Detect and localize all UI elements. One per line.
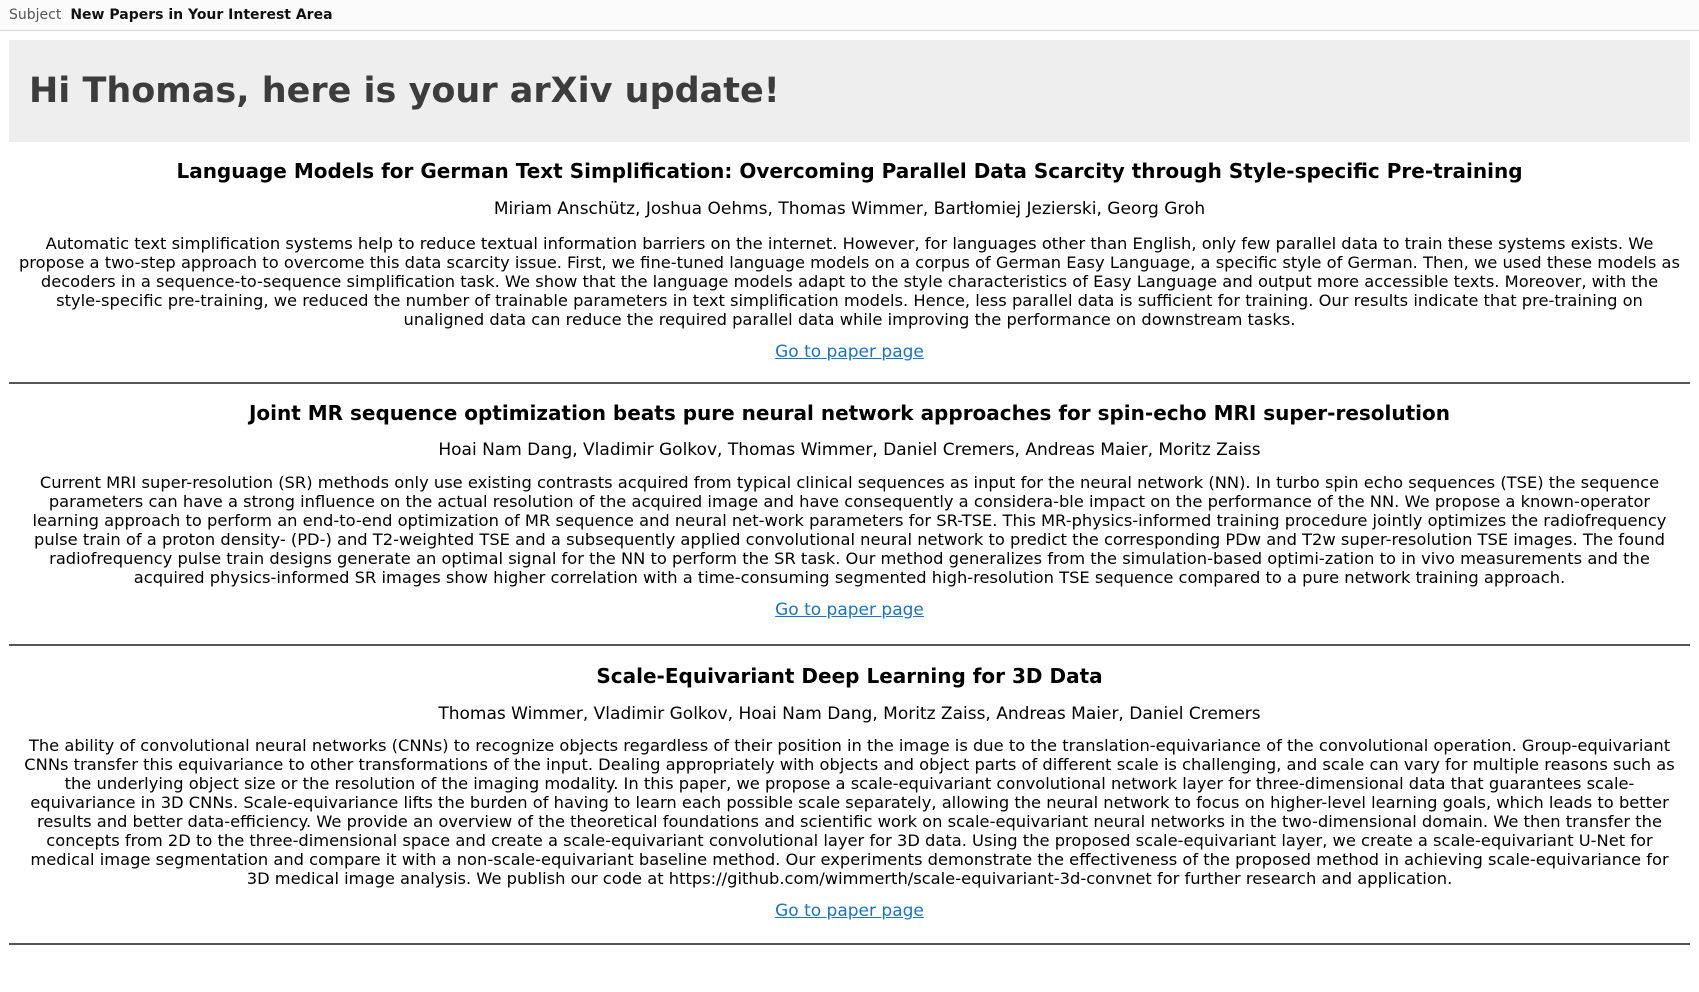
- paper-title: Joint MR sequence optimization beats pur…: [248, 401, 1451, 426]
- greeting-banner: Hi Thomas, here is your arXiv update!: [9, 40, 1690, 142]
- paper-divider: [9, 943, 1690, 946]
- go-to-paper-link[interactable]: Go to paper page: [775, 901, 924, 921]
- email-subject-bar: Subject New Papers in Your Interest Area: [0, 0, 1699, 31]
- paper-abstract: Current MRI super-resolution (SR) method…: [32, 472, 1667, 587]
- go-to-paper-link[interactable]: Go to paper page: [775, 342, 924, 362]
- greeting-heading: Hi Thomas, here is your arXiv update!: [29, 71, 780, 111]
- paper-authors: Miriam Anschütz, Joshua Oehms, Thomas Wi…: [493, 199, 1206, 219]
- paper-entry: Scale-Equivariant Deep Learning for 3D D…: [9, 646, 1690, 921]
- email-body: Hi Thomas, here is your arXiv update! La…: [9, 40, 1690, 946]
- paper-abstract: The ability of convolutional neural netw…: [24, 736, 1675, 889]
- paper-entry: Joint MR sequence optimization beats pur…: [9, 384, 1690, 619]
- go-to-paper-link[interactable]: Go to paper page: [775, 600, 924, 620]
- paper-link-wrap: Go to paper page: [18, 600, 1681, 620]
- paper-authors: Hoai Nam Dang, Vladimir Golkov, Thomas W…: [438, 440, 1261, 461]
- paper-abstract: Automatic text simplification systems he…: [18, 234, 1681, 330]
- paper-authors: Thomas Wimmer, Vladimir Golkov, Hoai Nam…: [438, 703, 1261, 724]
- subject-label: Subject: [9, 7, 62, 23]
- paper-entry: Language Models for German Text Simplifi…: [9, 142, 1690, 362]
- paper-link-wrap: Go to paper page: [18, 901, 1681, 921]
- paper-link-wrap: Go to paper page: [18, 342, 1681, 362]
- paper-title: Scale-Equivariant Deep Learning for 3D D…: [596, 663, 1103, 688]
- paper-title: Language Models for German Text Simplifi…: [176, 159, 1523, 183]
- subject-value: New Papers in Your Interest Area: [70, 7, 333, 23]
